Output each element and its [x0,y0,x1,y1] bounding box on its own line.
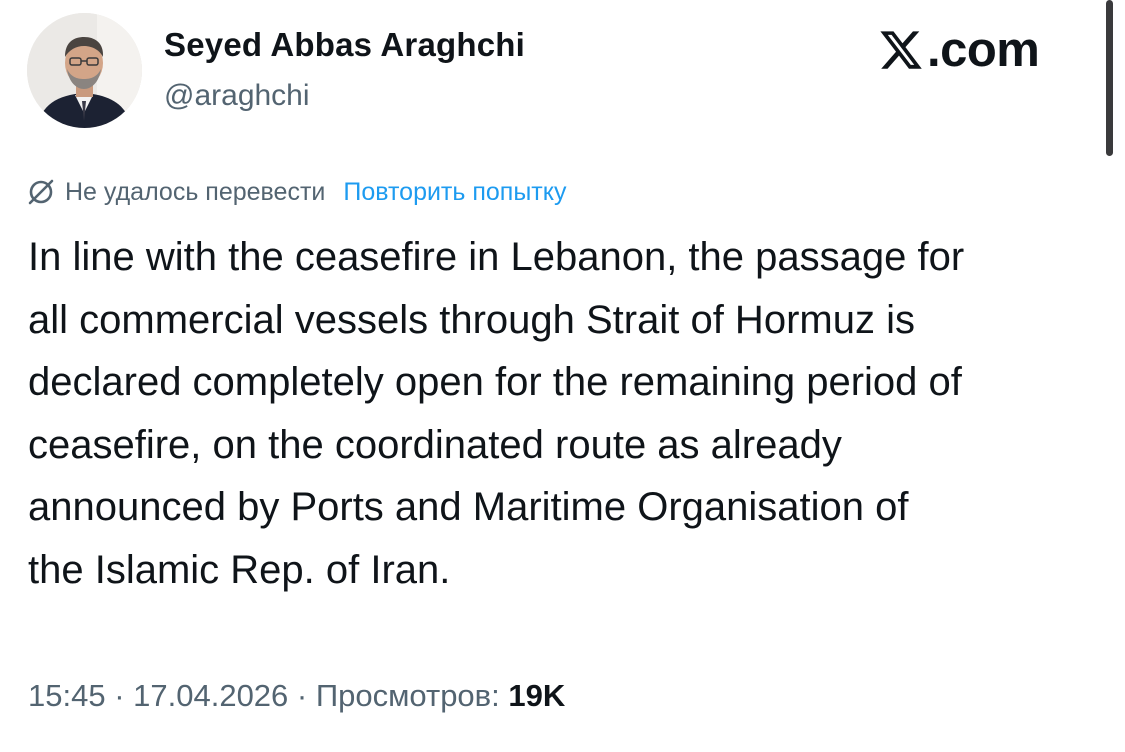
translation-status: Не удалось перевести [65,177,326,206]
display-name[interactable]: Seyed Abbas Araghchi [164,26,525,64]
meta-separator: · [105,678,134,713]
user-handle[interactable]: @araghchi [164,79,310,113]
scrollbar[interactable] [1106,0,1113,156]
tweet-time[interactable]: 15:45 [28,678,106,713]
x-brand-watermark: .com [878,20,1040,80]
tweet-card: Seyed Abbas Araghchi @araghchi .com Не у… [0,0,1125,752]
retry-translation-link[interactable]: Повторить попытку [343,178,566,207]
tweet-date[interactable]: 17.04.2026 [133,678,288,713]
tweet-text-line: declared completely open for the remaini… [28,360,962,404]
tweet-text-line: ceasefire, on the coordinated route as a… [28,422,842,467]
translation-row: Не удалось перевести Повторить попытку [25,175,566,209]
views-label: Просмотров: [315,678,500,713]
brand-text: .com [927,23,1040,77]
no-translate-icon [28,179,54,205]
meta-separator: · [288,678,316,713]
avatar[interactable] [27,13,142,128]
tweet-text-line: the Islamic Rep. of Iran. [28,547,451,592]
tweet-text: In line with the ceasefire in Lebanon, t… [28,226,1103,601]
x-logo-icon [880,31,922,69]
tweet-text-line: announced by Ports and Maritime Organisa… [28,485,909,529]
avatar-portrait-icon [27,13,142,128]
views-count: 19K [508,678,566,713]
tweet-meta: 15:45 · 17.04.2026 · Просмотров: 19K [28,678,565,714]
tweet-text-line: In line with the ceasefire in Lebanon, t… [28,235,965,279]
tweet-text-line: all commercial vessels through Strait of… [28,297,915,342]
